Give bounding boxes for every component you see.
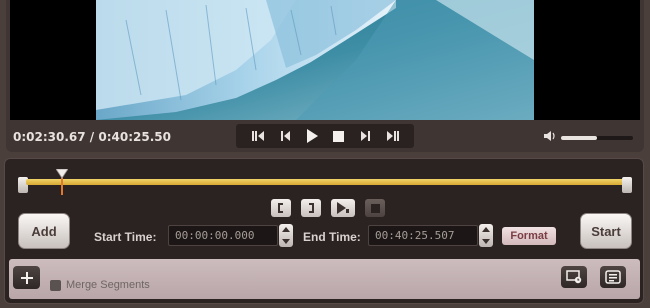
start-time-input[interactable]: 00:00:00.000 (168, 225, 278, 246)
timeline-right-cap (622, 177, 632, 193)
merge-segments-label: Merge Segments (66, 279, 150, 291)
skip-forward-icon[interactable] (384, 127, 402, 145)
segment-list-icon[interactable] (600, 266, 626, 288)
play-segment-icon[interactable] (331, 199, 355, 217)
step-back-icon[interactable] (276, 127, 294, 145)
skip-back-icon[interactable] (249, 127, 267, 145)
volume-slider-fill (561, 136, 597, 140)
transport-controls (236, 124, 414, 148)
set-start-bracket-icon[interactable] (271, 199, 291, 217)
start-time-spinner[interactable] (279, 224, 293, 247)
timecode-display: 0:02:30.67 / 0:40:25.50 (13, 130, 171, 144)
set-end-bracket-icon[interactable] (301, 199, 321, 217)
volume-slider[interactable] (561, 136, 633, 140)
end-time-input[interactable]: 00:40:25.507 (368, 225, 478, 246)
add-segment-plus-icon[interactable] (13, 266, 40, 289)
step-forward-icon[interactable] (357, 127, 375, 145)
speaker-icon[interactable] (543, 129, 557, 147)
timeline-selection-bar[interactable] (26, 179, 624, 185)
volume-control (543, 129, 633, 147)
spinner-down-icon[interactable] (282, 238, 290, 244)
stop-segment-icon[interactable] (365, 199, 385, 217)
merge-segments-checkbox[interactable] (50, 280, 61, 291)
end-time-spinner[interactable] (479, 224, 493, 247)
format-button[interactable]: Format (502, 227, 556, 245)
start-time-label: Start Time: (94, 230, 157, 244)
video-frame-image (96, 0, 534, 120)
timeline-track[interactable] (18, 168, 632, 195)
spinner-up-icon[interactable] (482, 227, 490, 233)
segment-preview-icon[interactable] (561, 266, 587, 288)
stop-icon[interactable] (330, 127, 348, 145)
spinner-down-icon[interactable] (482, 238, 490, 244)
playhead-handle-icon[interactable] (55, 166, 69, 179)
segment-tools (271, 199, 385, 217)
start-button[interactable]: Start (580, 213, 632, 249)
play-icon[interactable] (303, 127, 321, 145)
spinner-up-icon[interactable] (282, 227, 290, 233)
end-time-label: End Time: (303, 230, 361, 244)
add-button[interactable]: Add (18, 213, 70, 249)
